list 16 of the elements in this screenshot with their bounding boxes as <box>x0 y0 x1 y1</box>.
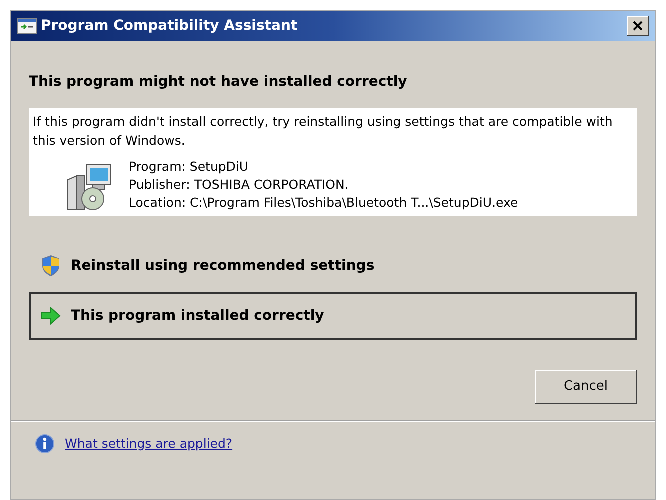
info-icon <box>35 434 55 454</box>
arrow-icon <box>41 307 61 325</box>
heading: This program might not have installed correctly <box>29 73 408 92</box>
app-icon <box>17 18 37 34</box>
shield-icon <box>41 255 61 277</box>
option-button[interactable]: Reinstall using recommended settings <box>29 242 637 290</box>
close-icon <box>633 21 643 31</box>
close-button[interactable] <box>627 16 649 36</box>
cancel-button[interactable]: Cancel <box>535 370 637 404</box>
program-detail: Location: C:\Program Files\Toshiba\Bluetooth T...\SetupDiU.exe <box>129 194 518 212</box>
option-button[interactable]: This program installed correctly <box>29 292 637 340</box>
program-detail: Publisher: TOSHIBA CORPORATION. <box>129 176 350 194</box>
settings-link[interactable]: What settings are applied? <box>65 434 233 454</box>
window-title: Program Compatibility Assistant <box>41 16 298 36</box>
program-detail: Program: SetupDiU <box>129 158 250 176</box>
message-text: If this program didn't install correctly, try reinstalling using settings that are compatible with this version of Windows. <box>33 113 614 150</box>
